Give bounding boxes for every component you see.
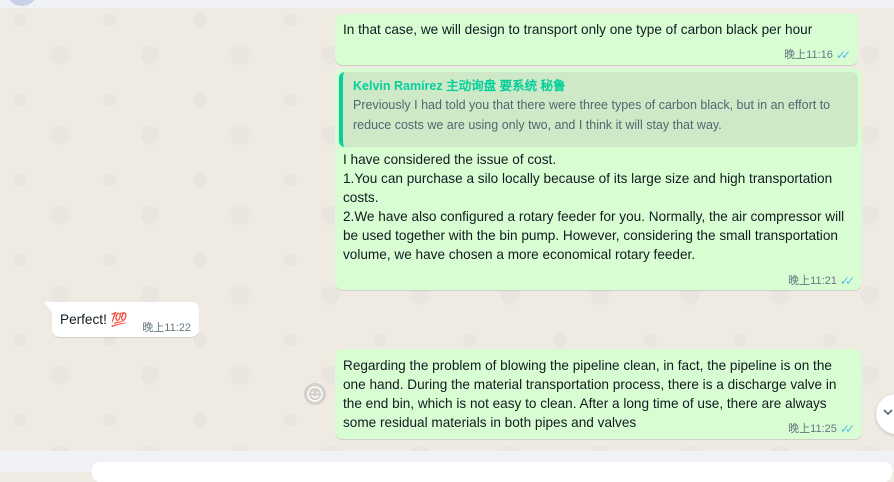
message-text: Regarding the problem of blowing the pip… bbox=[343, 358, 841, 430]
message-input[interactable] bbox=[92, 462, 892, 482]
message-time: 晚上11:22 bbox=[142, 322, 191, 334]
message-time: 晚上11:25 bbox=[788, 423, 837, 435]
message-time: 晚上11:21 bbox=[788, 275, 837, 287]
double-check-icon: ✓✓ bbox=[839, 422, 855, 436]
message-text: In that case, we will design to transpor… bbox=[343, 22, 813, 37]
composer-bar bbox=[0, 451, 894, 482]
message-bubble-incoming[interactable]: Perfect! 💯 晚上11:22 bbox=[52, 302, 199, 337]
quoted-message[interactable]: Kelvin Ramírez 主动询盘 要系统 秘鲁 Previously I … bbox=[339, 72, 858, 147]
message-text: Perfect! 💯 bbox=[60, 312, 128, 327]
message-bubble-outgoing-reply[interactable]: Kelvin Ramírez 主动询盘 要系统 秘鲁 Previously I … bbox=[335, 68, 862, 290]
quoted-author: Kelvin Ramírez 主动询盘 要系统 秘鲁 bbox=[353, 79, 566, 93]
message-text: I have considered the issue of cost. 1.Y… bbox=[343, 152, 845, 262]
chat-header-edge bbox=[0, 0, 894, 8]
message-meta: 晚上11:16 ✓✓ bbox=[784, 46, 851, 65]
avatar[interactable] bbox=[6, 0, 38, 6]
message-meta: 晚上11:25 ✓✓ bbox=[788, 420, 855, 439]
message-meta: 晚上11:22 bbox=[142, 319, 191, 338]
message-bubble-outgoing[interactable]: In that case, we will design to transpor… bbox=[335, 14, 858, 65]
message-time: 晚上11:16 bbox=[784, 49, 833, 61]
message-bubble-outgoing[interactable]: Regarding the problem of blowing the pip… bbox=[335, 349, 862, 439]
quoted-text: Previously I had told you that there wer… bbox=[353, 98, 831, 132]
message-meta: 晚上11:21 ✓✓ bbox=[788, 272, 855, 291]
bubble-tail bbox=[44, 302, 52, 312]
chevron-down-icon bbox=[882, 405, 894, 423]
double-check-icon: ✓✓ bbox=[835, 48, 851, 62]
smiley-icon[interactable] bbox=[304, 383, 326, 405]
double-check-icon: ✓✓ bbox=[839, 274, 855, 288]
